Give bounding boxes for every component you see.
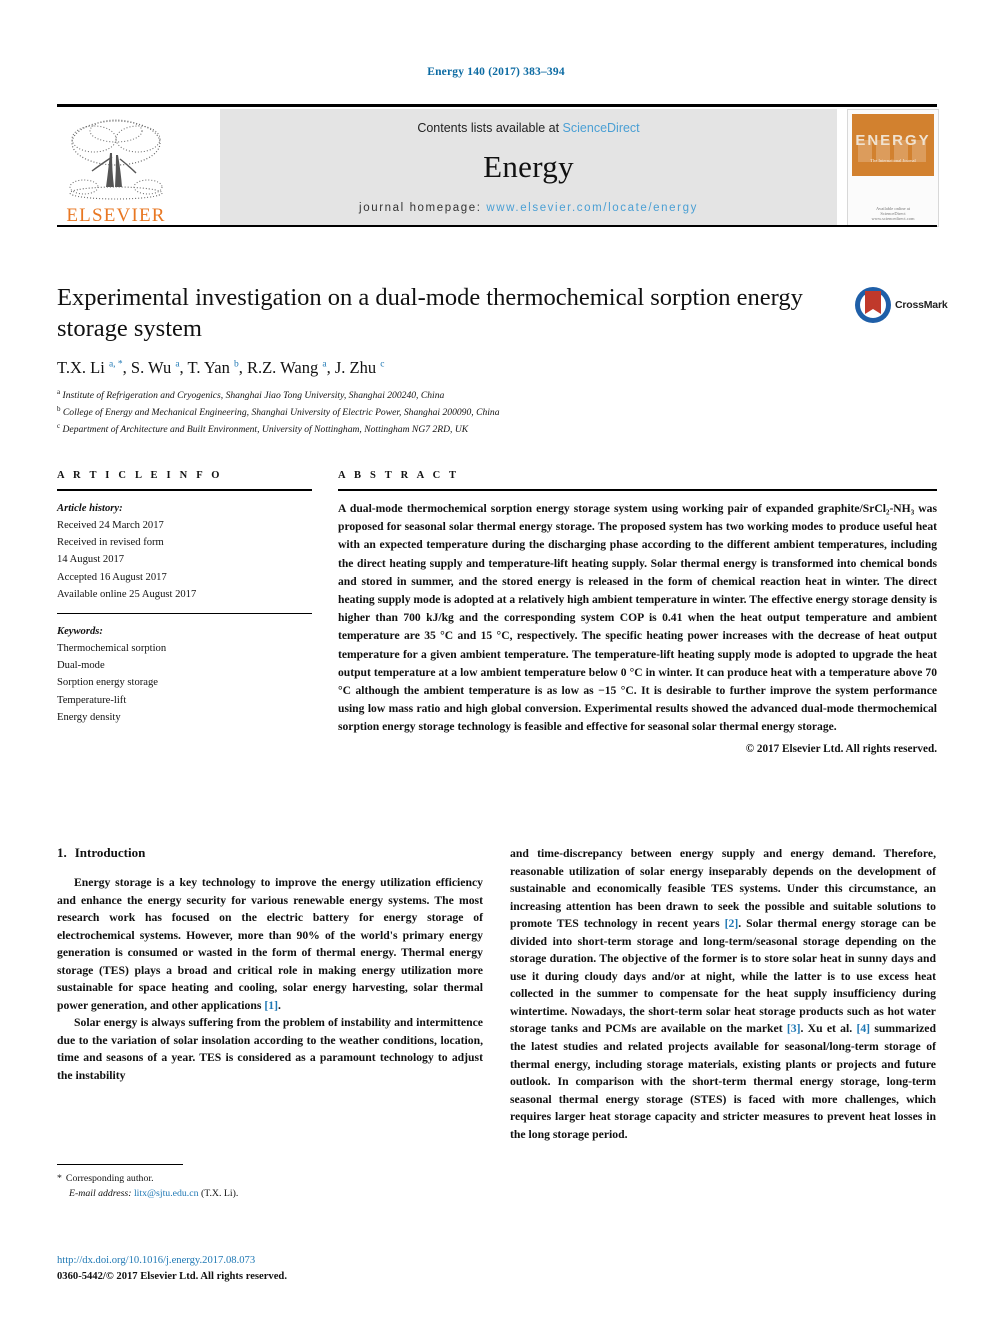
keyword-item: Thermochemical sorption [57, 643, 167, 655]
keyword-item: Sorption energy storage [57, 677, 159, 689]
article-info-column: A R T I C L E I N F O Article history: R… [57, 470, 312, 755]
email-label: E-mail address: [69, 1187, 132, 1199]
intro-left-paragraphs: Energy storage is a key technology to im… [57, 874, 483, 1085]
crossmark-badge[interactable]: CrossMark [855, 285, 948, 325]
journal-homepage-line: journal homepage: www.elsevier.com/locat… [220, 202, 837, 214]
crossmark-label: CrossMark [895, 299, 948, 311]
paper-page: Energy 140 (2017) 383–394 ELSEVIER Conte… [0, 0, 992, 1323]
section-number: 1. [57, 845, 67, 860]
article-history: Article history: Received 24 March 2017 R… [57, 500, 312, 603]
footnote-block: * Corresponding author. E-mail address: l… [57, 1164, 483, 1201]
info-abstract-band: A R T I C L E I N F O Article history: R… [57, 470, 937, 755]
citation-ref[interactable]: [4] [856, 1022, 870, 1035]
footer-doi-block: http://dx.doi.org/10.1016/j.energy.2017.… [57, 1253, 557, 1285]
keyword-item: Energy density [57, 711, 121, 723]
cover-footer: Available online at ScienceDirect www.scie… [871, 206, 915, 221]
page-title: Experimental investigation on a dual-mod… [57, 284, 803, 342]
citation-ref[interactable]: [1] [264, 999, 278, 1012]
title-block: Experimental investigation on a dual-mod… [57, 283, 847, 438]
masthead-center: Contents lists available at ScienceDirec… [220, 109, 837, 225]
journal-title: Energy [483, 149, 574, 184]
keywords-label: Keywords: [57, 625, 103, 637]
contents-available-line: Contents lists available at ScienceDirec… [220, 121, 837, 135]
email-owner: (T.X. Li). [200, 1187, 239, 1199]
keywords-rule [57, 612, 312, 614]
article-history-item: 14 August 2017 [57, 554, 125, 566]
article-history-item: Received in revised form [57, 537, 164, 549]
body-columns: 1. Introduction Energy storage is a key t… [57, 845, 937, 1143]
email-link[interactable]: litx@sjtu.edu.cn [134, 1188, 199, 1199]
intro-right-paragraphs: and time-discrepancy between energy supp… [510, 845, 936, 1143]
corresponding-marker: * [57, 1173, 62, 1184]
abstract-heading: A B S T R A C T [338, 470, 460, 481]
paragraph: Solar energy is always suffering from th… [57, 1016, 483, 1083]
affiliation-list: a Institute of Refrigeration and Cryogen… [57, 387, 847, 438]
elsevier-logo: ELSEVIER [57, 109, 175, 225]
abstract-copyright: © 2017 Elsevier Ltd. All rights reserved… [745, 743, 937, 756]
corresponding-text: Corresponding author. [65, 1173, 154, 1184]
contents-prefix: Contents lists available at [417, 121, 563, 135]
article-history-item: Received 24 March 2017 [57, 520, 164, 532]
cover-subtitle: The International Journal [870, 158, 916, 163]
section-title-introduction: 1. Introduction [57, 845, 483, 861]
issn-copyright-line: 0360-5442/© 2017 Elsevier Ltd. All right… [57, 1270, 287, 1282]
paragraph: and time-discrepancy between energy supp… [510, 847, 936, 1141]
cover-title: ENERGY [855, 132, 931, 149]
corresponding-author-line: * Corresponding author. [57, 1172, 483, 1187]
article-history-lines: Received 24 March 2017 Received in revise… [57, 517, 312, 603]
article-info-rule [57, 489, 312, 491]
journal-masthead: ELSEVIER Contents lists available at Sci… [57, 104, 939, 228]
article-history-item: Accepted 16 August 2017 [57, 571, 167, 583]
author-list: T.X. Li a, *, S. Wu a, T. Yan b, R.Z. Wa… [57, 358, 385, 378]
citation-ref[interactable]: [3] [787, 1022, 801, 1035]
abstract-rule [338, 489, 937, 491]
body-column-right: and time-discrepancy between energy supp… [510, 845, 936, 1143]
elsevier-wordmark: ELSEVIER [66, 205, 166, 226]
paragraph: Energy storage is a key technology to im… [57, 876, 483, 1012]
elsevier-tree-icon [69, 119, 163, 200]
doi-link[interactable]: http://dx.doi.org/10.1016/j.energy.2017.… [57, 1253, 557, 1269]
citation-ref[interactable]: [2] [725, 917, 739, 930]
sciencedirect-link[interactable]: ScienceDirect [563, 121, 640, 135]
homepage-url-link[interactable]: www.elsevier.com/locate/energy [486, 202, 698, 214]
affiliation-item: c Department of Architecture and Built E… [57, 422, 469, 436]
affiliation-item: a Institute of Refrigeration and Cryogen… [57, 388, 445, 402]
keywords-lines: Thermochemical sorption Dual-mode Sorption… [57, 640, 312, 726]
keyword-item: Temperature-lift [57, 694, 127, 706]
journal-cover-thumbnail: ENERGY The International Journal Availab… [847, 109, 939, 227]
footnote-rule [57, 1164, 183, 1165]
body-column-left: 1. Introduction Energy storage is a key t… [57, 845, 483, 1143]
masthead-rule-top [57, 104, 937, 107]
running-head: Energy 140 (2017) 383–394 [427, 66, 565, 78]
affiliation-item: b College of Energy and Mechanical Engin… [57, 405, 500, 419]
keywords-block: Keywords: Thermochemical sorption Dual-mo… [57, 623, 312, 726]
masthead-rule-bottom [57, 225, 937, 227]
keyword-item: Dual-mode [57, 660, 105, 672]
email-line: E-mail address: litx@sjtu.edu.cn (T.X. L… [57, 1187, 483, 1202]
article-history-label: Article history: [57, 503, 123, 514]
article-info-heading: A R T I C L E I N F O [57, 470, 223, 481]
section-label: Introduction [74, 845, 146, 860]
abstract-text: A dual-mode thermochemical sorption ener… [338, 502, 937, 734]
abstract-column: A B S T R A C T A dual-mode thermochemic… [338, 470, 937, 755]
crossmark-icon [855, 287, 891, 323]
article-history-item: Available online 25 August 2017 [57, 588, 197, 600]
homepage-prefix: journal homepage: [359, 202, 487, 214]
